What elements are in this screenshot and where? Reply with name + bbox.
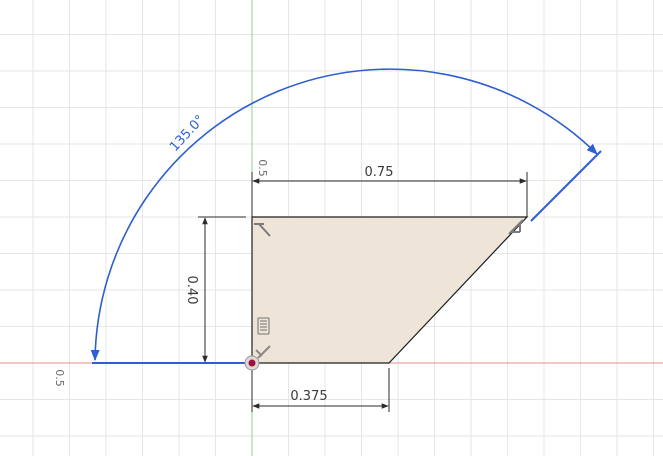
dimension-top-width[interactable]: 0.75: [251, 165, 528, 217]
sketch-canvas[interactable]: 0.75 0.40 0.375 135.0° 0.5 0.5: [0, 0, 663, 456]
grid-label-left: 0.5: [53, 369, 66, 387]
dimension-bottom-width-label[interactable]: 0.375: [290, 389, 327, 404]
origin-point-icon[interactable]: [244, 355, 260, 371]
dimension-bottom-width[interactable]: 0.375: [251, 368, 390, 412]
dimension-height-label[interactable]: 0.40: [184, 276, 199, 305]
dimension-angle-label[interactable]: 135.0°: [167, 113, 208, 155]
dimension-top-width-label[interactable]: 0.75: [365, 165, 394, 180]
angle-extension-line: [530, 150, 602, 222]
grid-label-top: 0.5: [256, 159, 269, 177]
